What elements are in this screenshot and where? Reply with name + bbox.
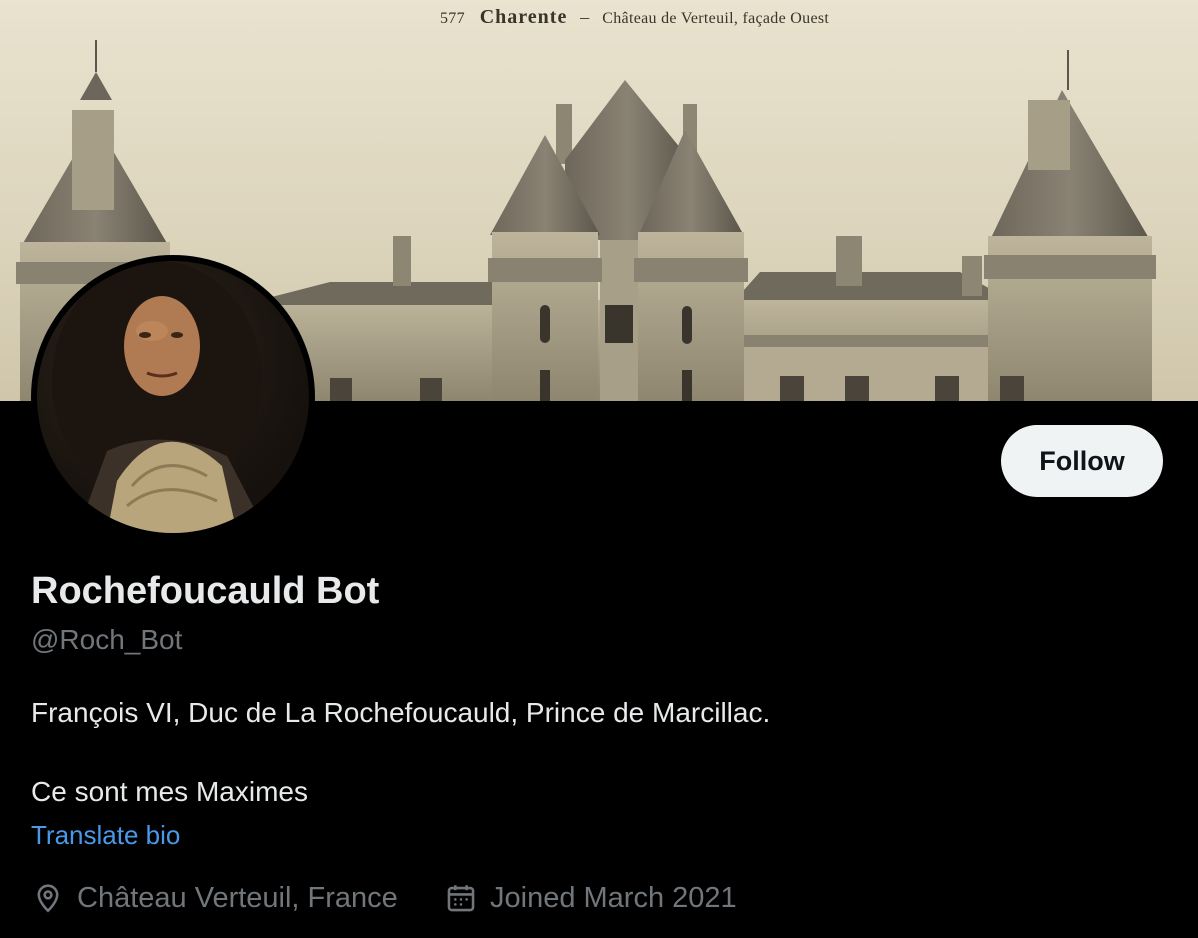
map-pin-icon [31,881,65,915]
caption-separator: – [580,7,590,27]
caption-description: Château de Verteuil, façade Ouest [602,10,830,27]
avatar-portrait [37,261,309,533]
avatar[interactable] [31,255,315,539]
joined-text: Joined March 2021 [490,881,737,914]
display-name: Rochefoucauld Bot [31,570,380,612]
profile-location: Château Verteuil, France [31,876,398,920]
user-handle: @Roch_Bot [31,624,183,655]
calendar-icon [444,881,478,915]
bio-line: Ce sont mes Maximes [31,776,308,807]
bio-line: François VI, Duc de La Rochefoucauld, Pr… [31,697,771,728]
location-text: Château Verteuil, France [77,881,398,914]
caption-number: 577 [440,10,465,27]
profile-joined-date: Joined March 2021 [444,876,737,920]
caption-place: Charente [479,6,568,28]
follow-button[interactable]: Follow [1001,425,1163,497]
translate-bio-link[interactable]: Translate bio [31,820,180,851]
banner-caption: 577 Charente – Château de Verteuil, faça… [440,6,829,29]
